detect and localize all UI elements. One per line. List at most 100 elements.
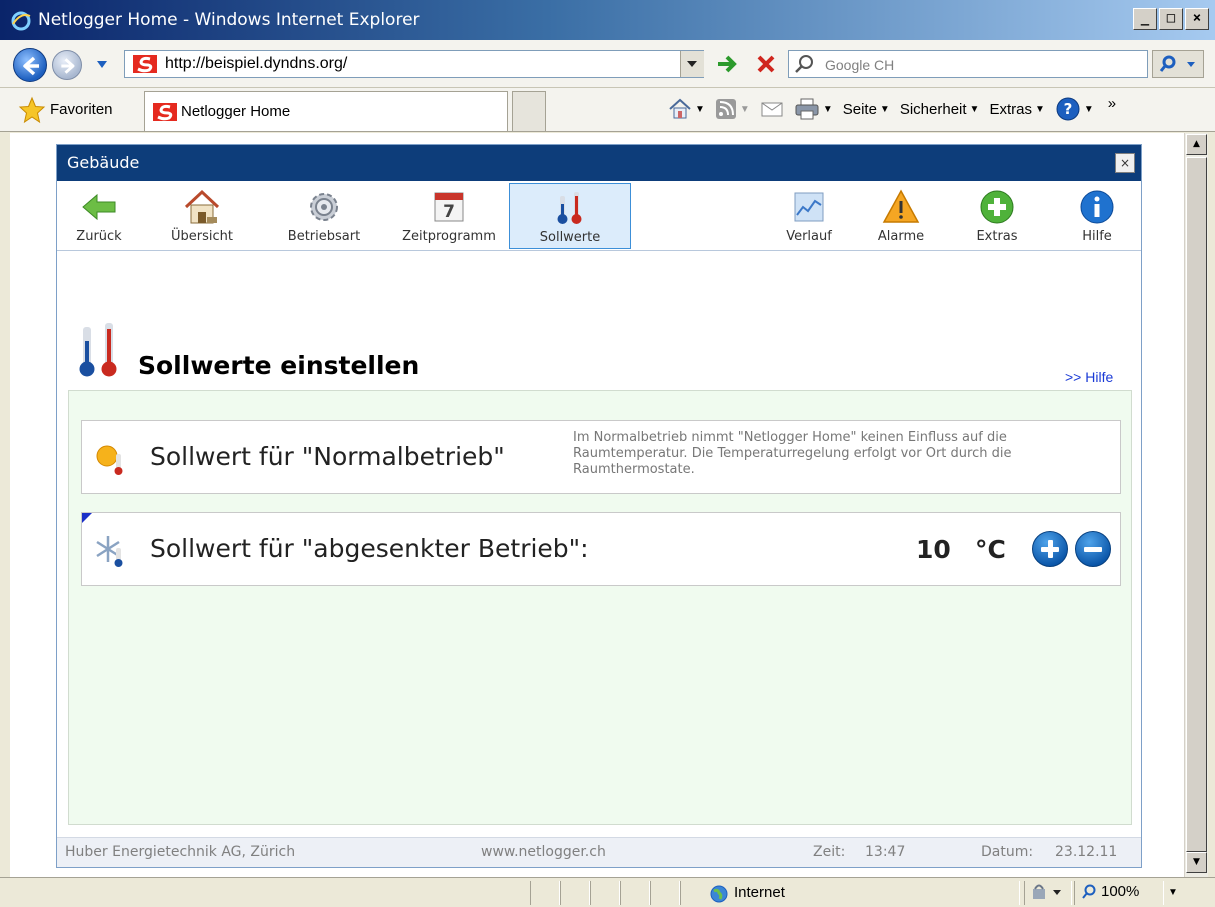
scroll-down-icon[interactable]: ▼ (1186, 852, 1207, 873)
netlogger-favicon-icon (133, 55, 157, 73)
help-link[interactable]: >> Hilfe (1065, 369, 1113, 385)
app-footer: Huber Energietechnik AG, Zürich www.netl… (57, 837, 1141, 867)
favorites-star-icon[interactable] (18, 96, 46, 124)
toolbar-setpoints-label: Sollwerte (539, 230, 601, 245)
app-toolbar: Zurück Übersicht Betriebsart 7 Zeitprogr… (57, 181, 1141, 251)
status-bar: Internet 100% ▼ (0, 877, 1215, 907)
zoom-dropdown-icon[interactable]: ▼ (1168, 887, 1178, 898)
toolbar-help-label: Hilfe (1082, 229, 1112, 244)
ie-logo-icon (11, 11, 31, 31)
chevron-down-icon (687, 61, 697, 67)
snowflake-thermometer-icon (96, 536, 123, 567)
browser-tab[interactable]: Netlogger Home (144, 91, 508, 131)
window-title: Netlogger Home - Windows Internet Explor… (38, 10, 420, 30)
setpoint-row-normal: Sollwert für "Normalbetrieb" Im Normalbe… (81, 420, 1121, 494)
warning-icon (882, 189, 920, 223)
svg-text:?: ? (1064, 100, 1073, 118)
stop-icon[interactable] (751, 51, 781, 77)
mail-icon (761, 102, 783, 117)
increase-button[interactable] (1032, 531, 1068, 567)
thermometers-icon (557, 192, 582, 224)
app-close-button[interactable]: × (1115, 153, 1135, 173)
go-arrow-icon[interactable] (712, 51, 742, 77)
tab-title: Netlogger Home (181, 103, 291, 120)
toolbar-help-button[interactable]: Hilfe (1061, 183, 1133, 249)
toolbar-setpoints-button[interactable]: Sollwerte (509, 183, 631, 249)
feeds-button[interactable]: ▼ (715, 98, 750, 120)
forward-button[interactable] (52, 50, 82, 80)
app-header: Gebäude × (57, 145, 1141, 181)
decrease-button[interactable] (1075, 531, 1111, 567)
home-button[interactable]: ▼ (668, 98, 705, 120)
toolbar-overview-button[interactable]: Übersicht (157, 183, 247, 249)
address-input[interactable]: http://beispiel.dyndns.org/ (124, 50, 704, 78)
search-go-icon (1159, 55, 1195, 72)
chevron-more-icon[interactable]: » (1108, 95, 1116, 112)
toolbar-history-button[interactable]: Verlauf (769, 183, 849, 249)
netlogger-favicon-icon (153, 103, 177, 121)
footer-website: www.netlogger.ch (481, 844, 606, 860)
protected-mode-button[interactable] (1024, 881, 1072, 905)
security-menu[interactable]: Sicherheit ▼ (900, 101, 980, 118)
setpoint-normal-description: Im Normalbetrieb nimmt "Netlogger Home" … (573, 430, 1012, 477)
mail-button[interactable] (760, 99, 784, 119)
toolbar-schedule-button[interactable]: 7 Zeitprogramm (393, 183, 505, 249)
arrow-left-icon (23, 56, 39, 76)
setpoint-reduced-value: 10 (916, 535, 951, 564)
toolbar-back-button[interactable]: Zurück (63, 183, 135, 249)
house-icon (184, 189, 220, 224)
print-button[interactable]: ▼ (794, 97, 833, 121)
setpoints-panel: Sollwert für "Normalbetrieb" Im Normalbe… (68, 390, 1132, 825)
security-zone-label: Internet (734, 884, 785, 901)
row-corner-marker (82, 513, 92, 523)
toolbar-alarms-label: Alarme (877, 229, 925, 244)
toolbar-extras-label: Extras (976, 229, 1018, 244)
close-window-button[interactable]: × (1185, 8, 1209, 30)
maximize-button[interactable]: □ (1159, 8, 1183, 30)
scroll-up-icon[interactable]: ▲ (1186, 134, 1207, 155)
command-bar: ▼ ▼ ▼ Seite ▼ Sicherheit ▼ Extras ▼ ? ▼ … (668, 95, 1116, 123)
security-menu-label: Sicherheit (899, 100, 967, 118)
page-menu-label: Seite (842, 100, 877, 118)
zoom-icon (1082, 884, 1096, 899)
minimize-button[interactable]: _ (1133, 8, 1157, 30)
search-icon (795, 55, 813, 73)
scroll-thumb[interactable] (1186, 157, 1207, 852)
history-dropdown-icon[interactable] (96, 58, 108, 70)
lock-settings-icon (1033, 884, 1061, 899)
toolbar-alarms-button[interactable]: Alarme (865, 183, 937, 249)
extras-menu[interactable]: Extras ▼ (989, 101, 1044, 118)
calendar-icon: 7 (434, 192, 464, 222)
toolbar-history-label: Verlauf (786, 229, 832, 244)
info-icon (1080, 190, 1114, 224)
favorites-label[interactable]: Favoriten (50, 101, 113, 118)
url-text: http://beispiel.dyndns.org/ (165, 55, 348, 72)
globe-icon (710, 885, 728, 903)
back-button[interactable] (13, 48, 47, 82)
gear-icon (310, 193, 338, 221)
search-button[interactable] (1152, 50, 1204, 78)
toolbar-mode-label: Betriebsart (287, 229, 361, 244)
printer-icon (795, 98, 819, 120)
green-arrow-left-icon (82, 193, 116, 221)
minus-icon (1084, 547, 1102, 552)
footer-date-label: Datum: (981, 844, 1034, 860)
toolbar-back-label: Zurück (76, 229, 122, 244)
help-icon: ? (1056, 97, 1080, 121)
setpoint-reduced-label: Sollwert für "abgesenkter Betrieb": (150, 534, 589, 563)
toolbar-mode-button[interactable]: Betriebsart (275, 183, 373, 249)
app-title: Gebäude (67, 153, 140, 172)
address-dropdown-button[interactable] (680, 51, 704, 77)
zoom-button[interactable]: 100% (1074, 881, 1164, 905)
zoom-level: 100% (1101, 883, 1140, 900)
sun-thermometer-icon (96, 445, 123, 475)
footer-company: Huber Energietechnik AG, Zürich (65, 844, 296, 860)
help-menu[interactable]: ? ▼ (1055, 96, 1094, 122)
footer-date: 23.12.11 (1055, 844, 1118, 860)
search-input[interactable]: Google CH (788, 50, 1148, 78)
app-window: Gebäude × Zurück Übersicht Betriebsart 7… (56, 144, 1142, 868)
vertical-scrollbar[interactable]: ▲ ▼ (1184, 133, 1208, 877)
page-menu[interactable]: Seite ▼ (843, 101, 890, 118)
new-tab-button[interactable] (512, 91, 546, 131)
toolbar-extras-button[interactable]: Extras (961, 183, 1033, 249)
